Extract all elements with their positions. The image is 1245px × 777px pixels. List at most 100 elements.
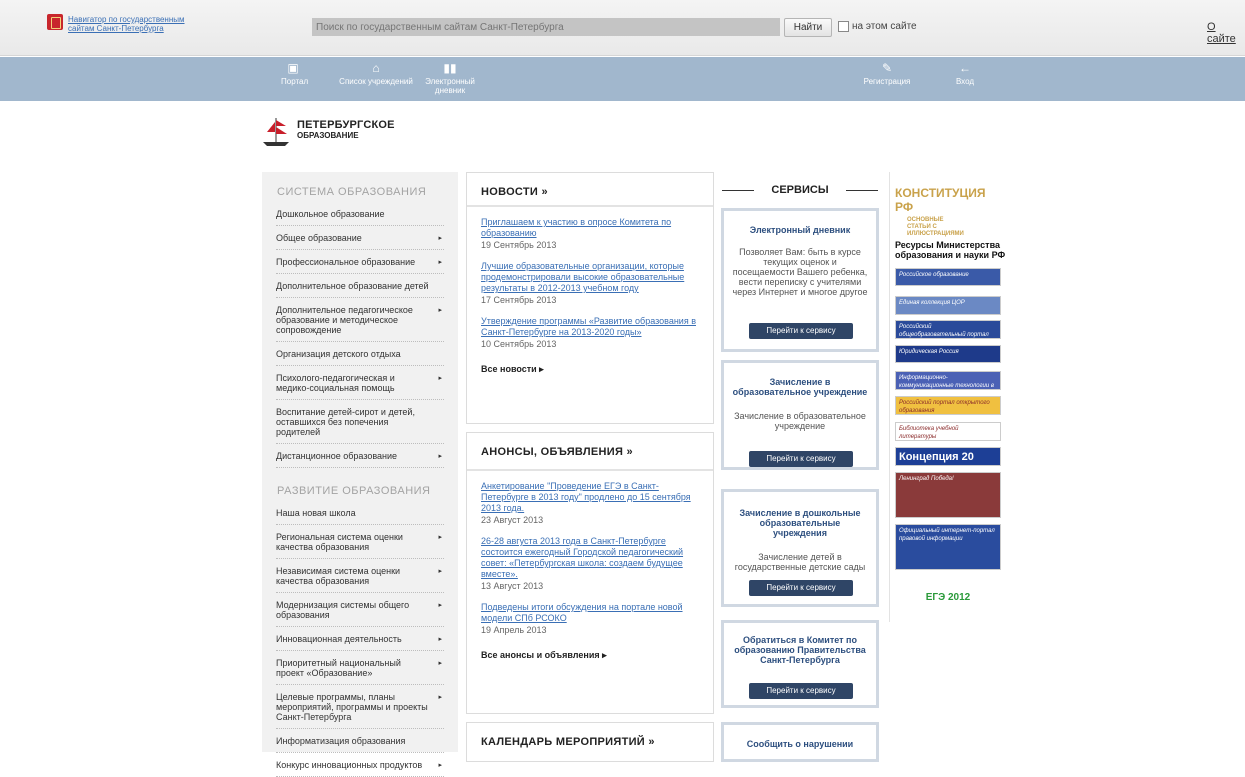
go-to-service-button[interactable]: Перейти к сервису (749, 580, 853, 596)
nav-portal-label: Портал (281, 77, 309, 86)
nav-login-label: Вход (955, 77, 975, 86)
sidebar-menu-item[interactable]: Наша новая школа (276, 501, 444, 525)
chevron-right-icon: ▸ (438, 636, 442, 643)
sidebar-menu-item[interactable]: Организация детского отдыха (276, 342, 444, 366)
news-date: 19 Сентябрь 2013 (481, 240, 557, 250)
brand-title[interactable]: ПЕТЕРБУРГСКОЕ ОБРАЗОВАНИЕ (297, 120, 395, 141)
service-title[interactable]: Зачисление в образовательное учреждение (724, 377, 876, 397)
resource-banner[interactable]: Российский портал открытого образования (895, 396, 1001, 415)
sidebar-menu-item[interactable]: Дополнительное педагогическое образовани… (276, 298, 444, 342)
all-announcements-link[interactable]: Все анонсы и объявления ▸ (467, 650, 713, 661)
news-date: 19 Апрель 2013 (481, 625, 547, 635)
all-news-link[interactable]: Все новости ▸ (467, 364, 713, 375)
sidebar-menu-item[interactable]: Дополнительное образование детей (276, 274, 444, 298)
sidebar-menu-item[interactable]: Региональная система оценки качества обр… (276, 525, 444, 559)
chevron-right-icon: ▸ (438, 235, 442, 242)
sidebar-menu-label: Независимая система оценки качества обра… (276, 566, 401, 586)
sidebar-menu-label: Общее образование (276, 233, 362, 243)
resource-banner-label: Информационно-коммуникационные технологи… (899, 375, 994, 389)
chevron-right-icon: ▸ (438, 694, 442, 701)
ship-logo-icon[interactable] (261, 116, 291, 148)
news-link[interactable]: Приглашаем к участию в опросе Комитета п… (481, 217, 671, 238)
sidebar-menu-item[interactable]: Независимая система оценки качества обра… (276, 559, 444, 593)
service-title[interactable]: Электронный дневник (724, 225, 876, 235)
sidebar-menu-item[interactable]: Психолого-педагогическая и медико-социал… (276, 366, 444, 400)
resources-title: Ресурсы Министерства образования и науки… (895, 240, 1006, 260)
section-title-system: СИСТЕМА ОБРАЗОВАНИЯ (277, 186, 427, 198)
announcements-title[interactable]: АНОНСЫ, ОБЪЯВЛЕНИЯ » (467, 433, 713, 471)
top-navigator-bar: Навигатор по государственным сайтам Санк… (0, 0, 1245, 56)
news-link[interactable]: Анкетирование "Проведение ЕГЭ в Санкт-Пе… (481, 481, 691, 513)
main-nav-bar: ▣ Портал ⌂ Список учреждений ▮▮ Электрон… (0, 57, 1245, 101)
announcements-panel: АНОНСЫ, ОБЪЯВЛЕНИЯ » Анкетирование "Пров… (466, 432, 714, 714)
resource-banner[interactable]: Библиотека учебной литературы (895, 422, 1001, 441)
resource-banner[interactable]: Юридическая Россия (895, 345, 1001, 363)
sidebar-menu-item[interactable]: Целевые программы, планы мероприятий, пр… (276, 685, 444, 729)
resource-banner[interactable]: Российский общеобразовательный портал (895, 320, 1001, 339)
nav-institutions[interactable]: ⌂ Список учреждений (336, 62, 416, 86)
chevron-right-icon: ▸ (438, 375, 442, 382)
resource-banner[interactable]: Российское образование (895, 268, 1001, 286)
sidebar-menu-label: Дополнительное педагогическое образовани… (276, 305, 413, 335)
sidebar-menu-label: Наша новая школа (276, 508, 356, 518)
calendar-title[interactable]: КАЛЕНДАРЬ МЕРОПРИЯТИЙ » (467, 723, 713, 757)
resource-banner[interactable]: Ленинград Победа! (895, 472, 1001, 518)
site-only-label: на этом сайте (852, 21, 917, 32)
news-link[interactable]: Лучшие образовательные организации, кото… (481, 261, 684, 293)
sidebar-menu-item[interactable]: Дистанционное образование ▸ (276, 444, 444, 468)
navigator-link[interactable]: Навигатор по государственным сайтам Санк… (68, 15, 208, 33)
service-title[interactable]: Обратиться в Комитет по образованию Прав… (724, 635, 876, 665)
sidebar-menu-item[interactable]: Модернизация системы общего образования ▸ (276, 593, 444, 627)
nav-register[interactable]: ✎ Регистрация (862, 62, 912, 86)
sidebar-menu-item[interactable]: Информатизация образования (276, 729, 444, 753)
sidebar-menu-item[interactable]: Воспитание детей-сирот и детей, оставших… (276, 400, 444, 444)
resource-banner-label: Российское образование (899, 272, 969, 278)
news-item: 26-28 августа 2013 года в Санкт-Петербур… (467, 536, 713, 592)
resource-banner[interactable]: Концепция 20 (895, 447, 1001, 466)
service-card: Зачисление в образовательное учреждение … (721, 360, 879, 470)
sidebar-menu-item[interactable]: Дошкольное образование (276, 202, 444, 226)
news-panel: НОВОСТИ » Приглашаем к участию в опросе … (466, 172, 714, 424)
resource-banner[interactable]: Официальный интернет-портал правовой инф… (895, 524, 1001, 570)
nav-portal[interactable]: ▣ Портал (281, 62, 309, 86)
go-to-service-button[interactable]: Перейти к сервису (749, 323, 853, 339)
resource-banner[interactable]: ЕГЭ 2012 (895, 578, 1001, 612)
brand-line2: ОБРАЗОВАНИЕ (297, 131, 359, 140)
search-input[interactable] (312, 18, 780, 36)
sidebar-menu-item[interactable]: Приоритетный национальный проект «Образо… (276, 651, 444, 685)
site-only-checkbox[interactable] (838, 21, 849, 32)
sidebar-menu-label: Региональная система оценки качества обр… (276, 532, 403, 552)
sidebar-menu: СИСТЕМА ОБРАЗОВАНИЯ Дошкольное образован… (262, 172, 458, 777)
chevron-right-icon: ▸ (438, 534, 442, 541)
service-card: Сообщить о нарушении (721, 722, 879, 762)
resource-banner[interactable]: Единая коллекция ЦОР (895, 296, 1001, 315)
find-button[interactable]: Найти (784, 18, 832, 37)
chevron-right-icon: ▸ (438, 602, 442, 609)
service-card: Обратиться в Комитет по образованию Прав… (721, 620, 879, 708)
resource-banner-label: Российский общеобразовательный портал (899, 324, 989, 338)
sidebar-menu-item[interactable]: Конкурс инновационных продуктов ▸ (276, 753, 444, 777)
about-link[interactable]: О сайте (1207, 21, 1245, 45)
news-date: 17 Сентябрь 2013 (481, 295, 557, 305)
resource-banner-label: Официальный интернет-портал правовой инф… (899, 528, 995, 542)
service-title[interactable]: Зачисление в дошкольные образовательные … (724, 508, 876, 538)
sidebar-menu-item[interactable]: Инновационная деятельность ▸ (276, 627, 444, 651)
constitution-banner[interactable]: КОНСТИТУЦИЯ РФ ОСНОВНЫЕ СТАТЬИ С ИЛЛЮСТР… (895, 186, 1003, 238)
go-to-service-button[interactable]: Перейти к сервису (749, 451, 853, 467)
service-desc: Позволяет Вам: быть в курсе текущих оцен… (732, 247, 868, 297)
sidebar-menu-item[interactable]: Общее образование ▸ (276, 226, 444, 250)
news-link[interactable]: 26-28 августа 2013 года в Санкт-Петербур… (481, 536, 683, 579)
sidebar-menu-item[interactable]: Профессиональное образование ▸ (276, 250, 444, 274)
nav-login[interactable]: ← Вход (950, 62, 980, 86)
go-to-service-button[interactable]: Перейти к сервису (749, 683, 853, 699)
news-link[interactable]: Утверждение программы «Развитие образова… (481, 316, 696, 337)
spb-emblem-icon[interactable] (47, 14, 63, 30)
nav-diary[interactable]: ▮▮ Электронный дневник (425, 62, 475, 95)
service-desc: Зачисление в образовательное учреждение (734, 411, 866, 431)
resource-banner-label: Концепция 20 (899, 451, 974, 463)
resource-banner[interactable]: Информационно-коммуникационные технологи… (895, 371, 1001, 390)
service-title[interactable]: Сообщить о нарушении (724, 739, 876, 749)
news-link[interactable]: Подведены итоги обсуждения на портале но… (481, 602, 683, 623)
news-title[interactable]: НОВОСТИ » (467, 173, 713, 207)
sidebar-menu-label: Целевые программы, планы мероприятий, пр… (276, 692, 428, 722)
